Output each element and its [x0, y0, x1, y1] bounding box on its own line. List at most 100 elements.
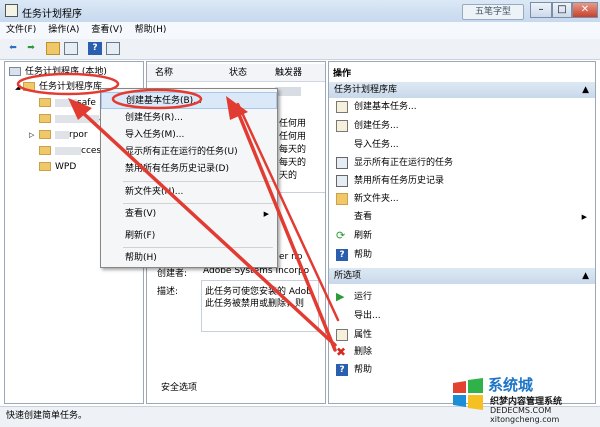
action-run[interactable]: ▶ 运行: [329, 288, 372, 306]
task-icon: [336, 119, 348, 132]
trigger-cell: 任何用: [279, 119, 307, 129]
toolbar: ⬅ ➡ ?: [0, 39, 600, 60]
description-line: 此任务被禁用或删除，则: [205, 299, 305, 309]
action-show-running[interactable]: 显示所有正在运行的任务: [329, 154, 453, 172]
menu-help[interactable]: 帮助(H): [129, 22, 173, 39]
submenu-arrow-icon: ▶: [581, 213, 587, 221]
action-label: 显示所有正在运行的任务: [354, 158, 454, 168]
forward-arrow-icon[interactable]: ➡: [24, 42, 38, 55]
action-refresh[interactable]: ⟳ 刷新: [329, 227, 372, 245]
run-icon: ▶: [336, 289, 345, 303]
tree-library[interactable]: ◢ 任务计划程序库: [15, 79, 102, 95]
action-label: 属性: [354, 330, 373, 340]
ctx-disable-history[interactable]: 禁用所有任务历史记录(D): [101, 161, 277, 178]
show-hide-console-icon[interactable]: [64, 42, 78, 55]
folder-icon: [39, 130, 51, 139]
column-name[interactable]: 名称: [155, 66, 173, 81]
help-icon: ?: [336, 248, 348, 261]
actions-section-library[interactable]: 任务计划程序库 ▲: [329, 82, 595, 98]
action-help-selected[interactable]: ? 帮助: [329, 361, 372, 379]
folder-icon: [23, 82, 35, 91]
column-status[interactable]: 状态: [229, 66, 247, 81]
menu-action[interactable]: 操作(A): [42, 22, 85, 39]
action-label: 帮助: [354, 365, 373, 375]
blurred-name: [55, 98, 77, 107]
tree-item-label: safe: [77, 98, 96, 108]
collapse-triangle-icon[interactable]: ◢: [15, 79, 23, 95]
tree-item[interactable]: ▷ rpor: [29, 127, 88, 143]
tree-root-label: 任务计划程序 (本地): [25, 67, 107, 77]
folder-icon: [39, 162, 51, 171]
ctx-view[interactable]: 查看(V) ▶: [101, 206, 277, 223]
delete-x-icon: ✖: [336, 344, 347, 359]
action-view[interactable]: 查看 ▶: [329, 208, 595, 226]
expand-triangle-icon[interactable]: ▷: [29, 127, 39, 143]
menu-file[interactable]: 文件(F): [0, 22, 42, 39]
close-button[interactable]: ✕: [572, 2, 598, 18]
action-help[interactable]: ? 帮助: [329, 246, 372, 264]
description-label: 描述:: [157, 287, 179, 297]
action-disable-history[interactable]: 禁用所有任务历史记录: [329, 172, 444, 190]
trigger-cell: 任何用: [279, 132, 307, 142]
actions-pane: 操作 任务计划程序库 ▲ 创建基本任务... 创建任务... 导入任务... 显示…: [328, 61, 596, 404]
ctx-create-basic-task[interactable]: 创建基本任务(B)...: [101, 92, 277, 109]
action-label: 禁用所有任务历史记录: [354, 176, 445, 186]
blank-icon: [336, 139, 348, 151]
menu-view[interactable]: 查看(V): [85, 22, 128, 39]
action-import-task[interactable]: 导入任务...: [329, 136, 399, 154]
blurred-name: [55, 114, 99, 123]
collapse-caret-icon[interactable]: ▲: [582, 268, 589, 284]
tree-root[interactable]: 任务计划程序 (本地): [9, 64, 107, 80]
tree-item[interactable]: safe: [39, 95, 96, 111]
tree-item-wpd[interactable]: WPD: [39, 159, 76, 175]
action-label: 新文件夹...: [354, 194, 399, 204]
ctx-separator: [123, 247, 273, 248]
show-action-pane-icon[interactable]: [106, 42, 120, 55]
ctx-separator: [123, 181, 273, 182]
tree-library-label: 任务计划程序库: [39, 82, 103, 92]
trigger-cell: 每天的: [279, 145, 307, 155]
action-label: 创建任务...: [354, 121, 399, 131]
blurred-cell: [275, 87, 301, 96]
tree-item[interactable]: ccess: [39, 143, 106, 159]
ctx-create-task[interactable]: 创建任务(R)...: [101, 110, 277, 127]
task-scheduler-app-icon: [5, 4, 18, 17]
action-create-task[interactable]: 创建任务...: [329, 117, 399, 135]
submenu-arrow-icon: ▶: [263, 210, 269, 218]
collapse-caret-icon[interactable]: ▲: [582, 82, 589, 98]
ctx-refresh[interactable]: 刷新(F): [101, 228, 277, 245]
context-menu: 创建基本任务(B)... 创建任务(R)... 导入任务(M)... 显示所有正…: [100, 88, 278, 268]
action-label: 运行: [354, 292, 373, 302]
action-create-basic-task[interactable]: 创建基本任务...: [329, 98, 417, 116]
action-export[interactable]: 导出...: [329, 307, 381, 325]
action-delete[interactable]: ✖ 删除: [329, 343, 372, 361]
action-label: 刷新: [354, 231, 373, 241]
list-icon: [336, 156, 348, 169]
site-logo-watermark: 系统城 织梦内容管理系统 DEDECMS.COM xitongcheng.com: [450, 372, 598, 424]
folder-icon: [39, 98, 51, 107]
folder-icon: [39, 114, 51, 123]
action-properties[interactable]: 属性: [329, 326, 372, 344]
refresh-icon: ⟳: [336, 228, 346, 242]
trigger-detail: er np: [279, 252, 303, 262]
maximize-button[interactable]: □: [552, 2, 572, 18]
actions-header: 操作: [333, 69, 352, 79]
ctx-view-label: 查看(V): [125, 209, 157, 219]
logo-url-secondary: xitongcheng.com: [490, 415, 560, 424]
action-new-folder[interactable]: 新文件夹...: [329, 190, 399, 208]
section-title: 所选项: [334, 271, 362, 281]
help-icon[interactable]: ?: [88, 42, 102, 55]
action-label: 导入任务...: [354, 140, 399, 150]
ctx-help[interactable]: 帮助(H): [101, 250, 277, 267]
action-label: 导出...: [354, 311, 381, 321]
ctx-show-running[interactable]: 显示所有正在运行的任务(U): [101, 144, 277, 161]
ctx-import-task[interactable]: 导入任务(M)...: [101, 127, 277, 144]
column-trigger[interactable]: 触发器: [275, 66, 302, 81]
minimize-button[interactable]: –: [530, 2, 552, 18]
back-arrow-icon[interactable]: ⬅: [6, 42, 20, 55]
security-options-label: 安全选项: [161, 383, 198, 393]
title-bar: 任务计划程序 五笔字型 – □ ✕: [0, 0, 600, 23]
actions-section-selected[interactable]: 所选项 ▲: [329, 268, 595, 284]
up-folder-icon[interactable]: [46, 42, 60, 55]
ctx-new-folder[interactable]: 新文件夹(N)...: [101, 184, 277, 201]
